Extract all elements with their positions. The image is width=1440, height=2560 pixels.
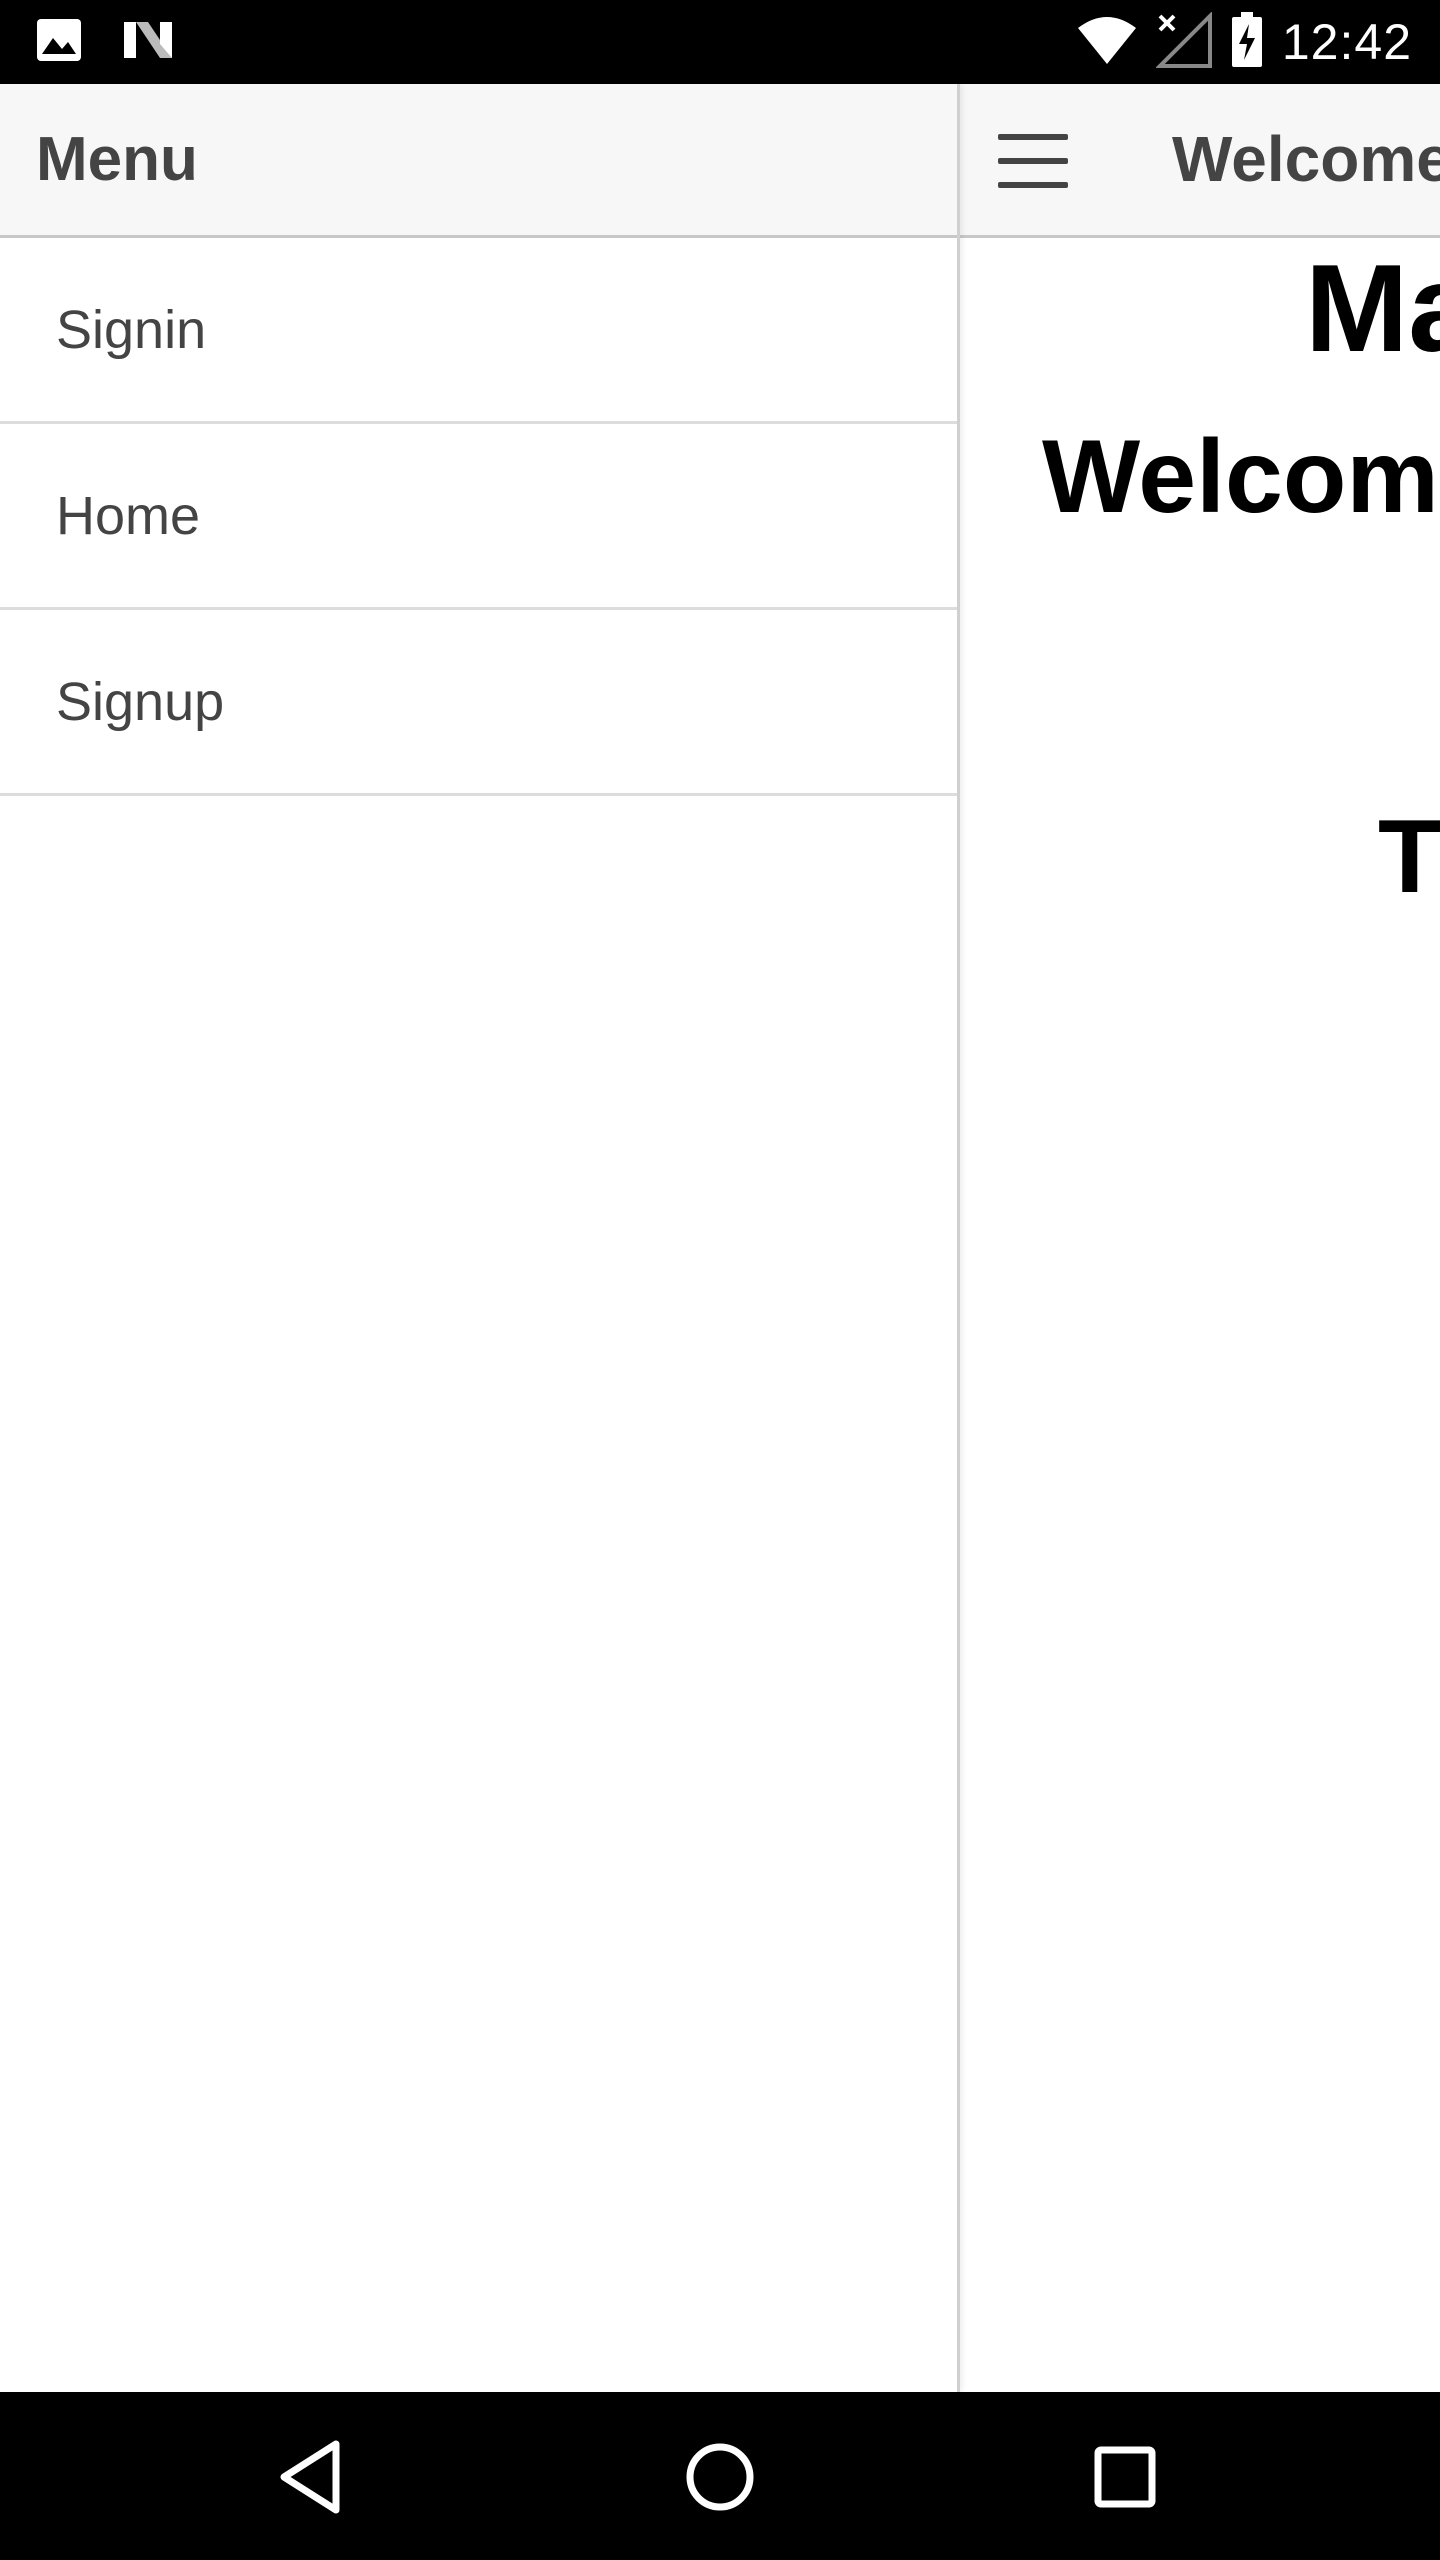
n-logo-icon [122, 18, 174, 67]
recents-icon[interactable] [1080, 2432, 1170, 2522]
no-signal-icon [1155, 10, 1212, 73]
status-bar: 12:42 [0, 0, 1440, 84]
menu-item-label: Signin [56, 299, 207, 360]
menu-item-signin[interactable]: Signin [0, 238, 957, 424]
drawer-header: Menu [0, 84, 957, 238]
toolbar: Welcome [960, 84, 1440, 238]
main-page: Welcome Ma Welcome T [960, 84, 1440, 2392]
menu-item-label: Signup [56, 671, 225, 732]
content-text: T [1378, 799, 1440, 915]
hamburger-icon[interactable] [998, 134, 1070, 188]
wifi-icon [1076, 14, 1138, 71]
menu-item-home[interactable]: Home [0, 424, 957, 610]
home-icon[interactable] [675, 2432, 765, 2522]
status-right-icons: 12:42 [1076, 10, 1412, 73]
app-content: Welcome Ma Welcome T Menu Signin Home Si… [0, 84, 1440, 2392]
menu-list: Signin Home Signup [0, 238, 957, 796]
back-icon[interactable] [270, 2432, 360, 2522]
status-left-icons [36, 16, 174, 68]
image-icon [36, 18, 82, 67]
drawer-title: Menu [36, 125, 198, 194]
toolbar-title: Welcome [1172, 123, 1440, 195]
page-heading: Ma [1305, 240, 1440, 378]
menu-item-signup[interactable]: Signup [0, 610, 957, 796]
side-drawer: Menu Signin Home Signup [0, 84, 960, 2392]
navigation-bar [0, 2392, 1440, 2560]
menu-item-label: Home [56, 485, 201, 546]
welcome-heading: Welcome [1042, 419, 1440, 535]
page-content: Ma Welcome T [960, 238, 1440, 2388]
status-time: 12:42 [1281, 14, 1412, 70]
battery-charging-icon [1230, 11, 1264, 73]
